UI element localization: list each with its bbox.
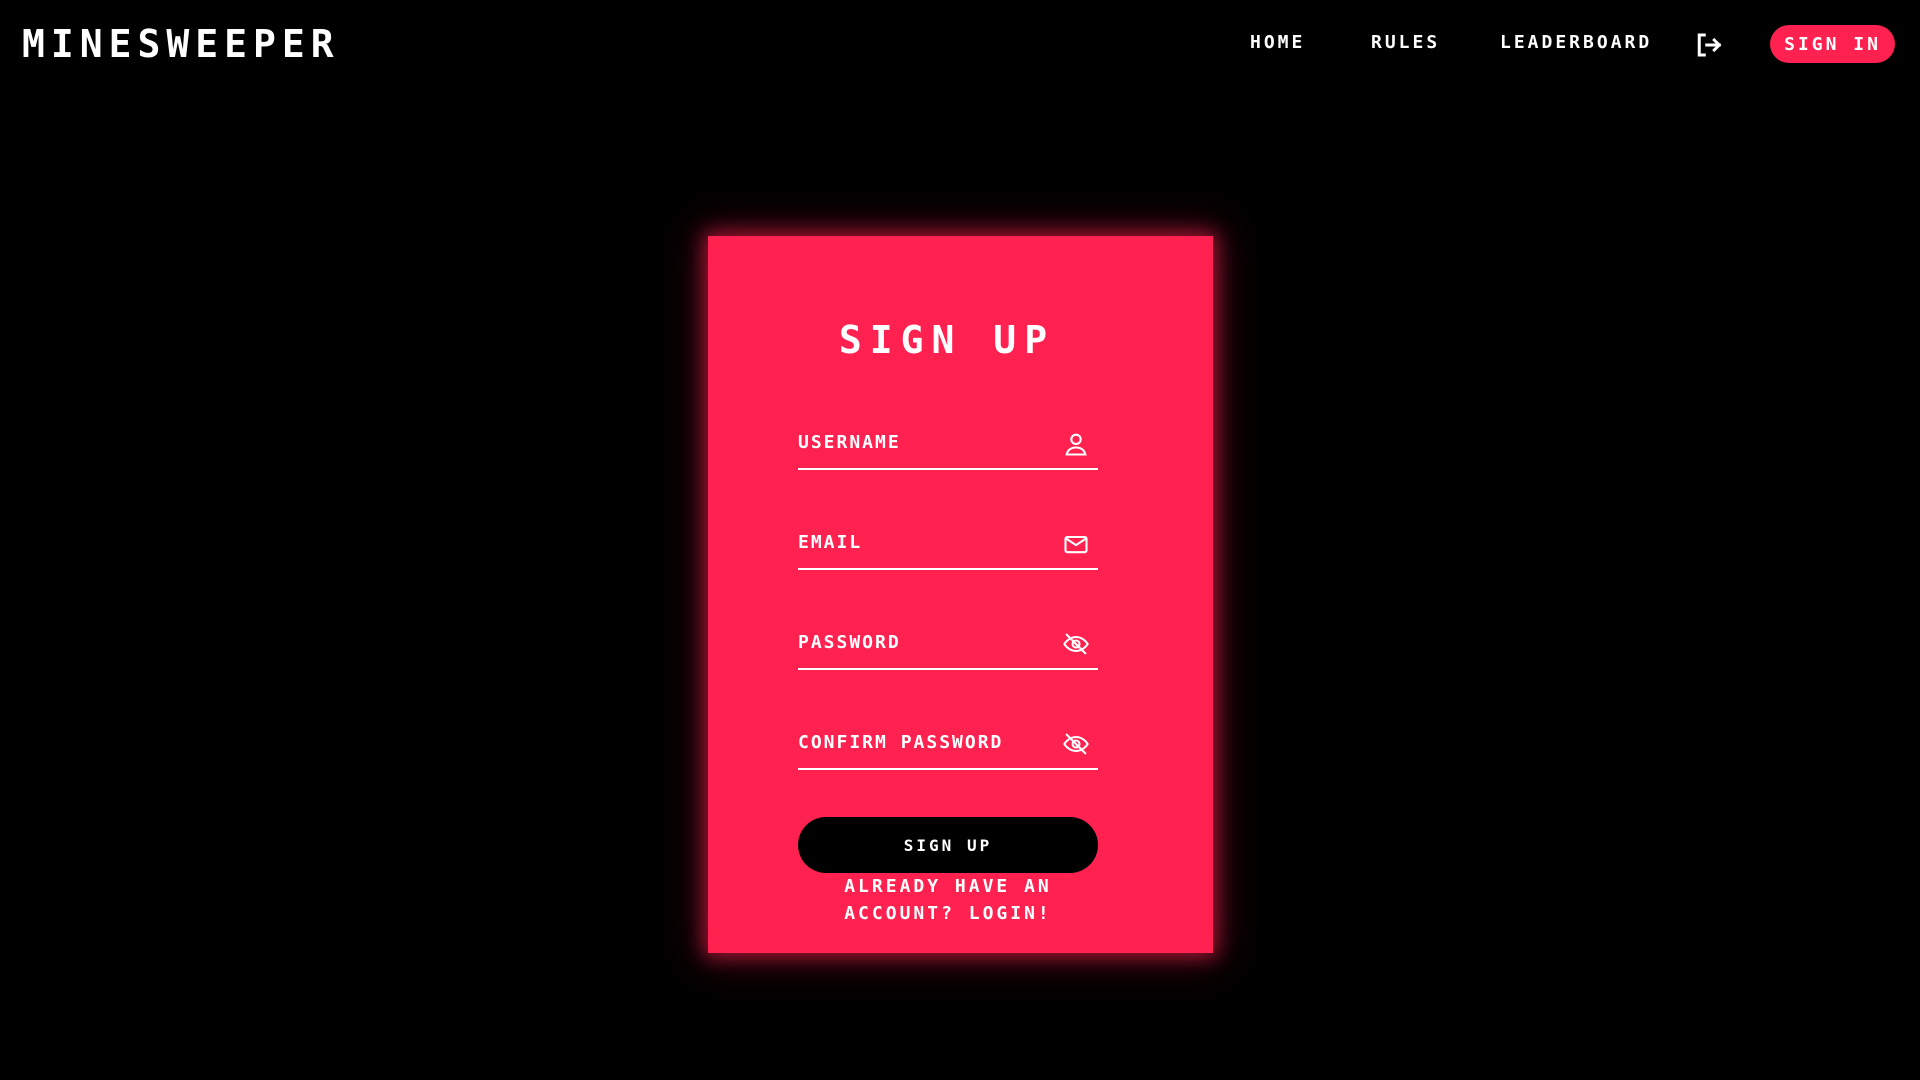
sign-in-button[interactable]: SIGN IN <box>1770 25 1895 63</box>
login-prompt-line2: ACCOUNT? LOGIN! <box>844 903 1052 924</box>
login-prompt-line1: ALREADY HAVE AN <box>844 876 1052 897</box>
eye-off-icon[interactable] <box>1062 730 1090 758</box>
signup-title: SIGN UP <box>838 318 1056 362</box>
password-input[interactable] <box>798 626 1048 658</box>
sign-up-button[interactable]: SIGN UP <box>798 817 1098 873</box>
navbar: MINESWEEPER HOME RULES LEADERBOARD SIGN … <box>0 0 1920 90</box>
confirm-password-field-row <box>798 718 1098 770</box>
nav-leaderboard-link[interactable]: LEADERBOARD <box>1500 32 1652 53</box>
password-field-row <box>798 618 1098 670</box>
user-icon <box>1062 430 1090 458</box>
nav-home-link[interactable]: HOME <box>1250 32 1305 53</box>
logout-icon[interactable] <box>1693 30 1723 60</box>
eye-off-icon[interactable] <box>1062 630 1090 658</box>
email-field-row <box>798 518 1098 570</box>
confirm-password-input[interactable] <box>798 726 1048 758</box>
login-link[interactable]: ALREADY HAVE AN ACCOUNT? LOGIN! <box>798 873 1098 927</box>
email-input[interactable] <box>798 526 1048 558</box>
mail-icon <box>1062 530 1090 558</box>
nav-rules-link[interactable]: RULES <box>1371 32 1440 53</box>
username-field-row <box>798 418 1098 470</box>
app-logo[interactable]: MINESWEEPER <box>22 22 340 66</box>
username-input[interactable] <box>798 426 1048 458</box>
